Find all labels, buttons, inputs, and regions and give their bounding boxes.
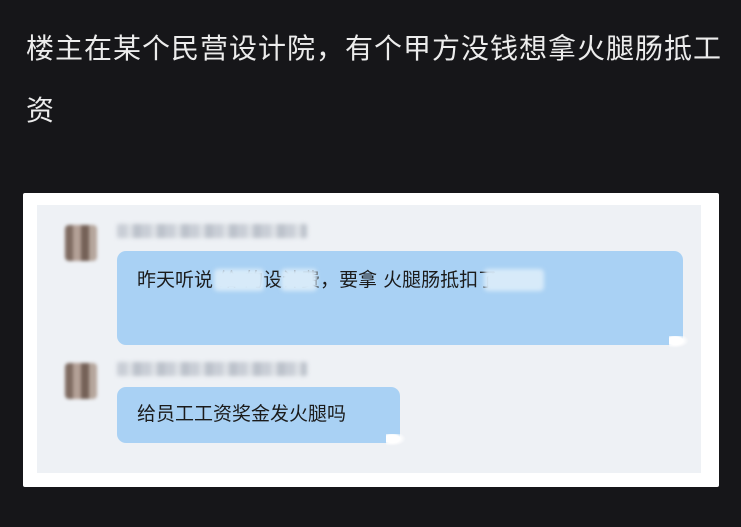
message-bubble: 给员工工资奖金发火腿吗 — [117, 387, 406, 446]
bubble-tail-decoration — [669, 336, 689, 348]
message-bubble: 昨天听说 给 的设计费，要拿 火腿肠抵扣了 — [117, 251, 689, 348]
bubble-tail-decoration — [386, 434, 406, 446]
chat-area: 昨天听说 给 的设计费，要拿 火腿肠抵扣了 给员工工资奖金发火腿吗 — [37, 205, 701, 473]
redacted-sender-name — [117, 224, 307, 238]
redaction-blur — [484, 269, 544, 291]
avatar — [65, 225, 97, 261]
post-title: 楼主在某个民营设计院，有个甲方没钱想拿火腿肠抵工资 — [26, 32, 723, 127]
redaction-blur — [281, 269, 317, 291]
avatar — [65, 363, 97, 399]
redaction-blur — [214, 269, 264, 291]
message-text: 给员工工资奖金发火腿吗 — [137, 403, 347, 425]
redacted-sender-name — [117, 362, 307, 376]
chat-screenshot: 昨天听说 给 的设计费，要拿 火腿肠抵扣了 给员工工资奖金发火腿吗 — [23, 193, 719, 487]
